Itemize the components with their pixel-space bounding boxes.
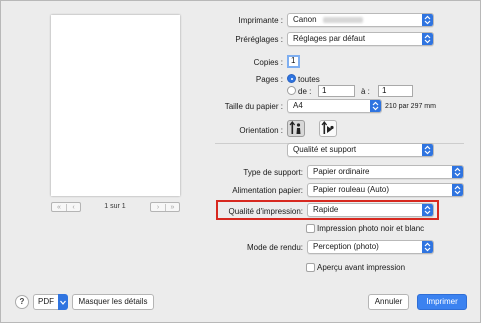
print-preview-label: Aperçu avant impression — [317, 263, 406, 272]
pages-from-field[interactable]: 1 — [318, 85, 355, 97]
rendering-value: Perception (photo) — [313, 242, 379, 251]
landscape-orientation-button[interactable] — [319, 120, 337, 137]
printer-model-redacted — [322, 16, 363, 23]
media-type-value: Papier ordinaire — [313, 167, 370, 176]
rendering-popup[interactable]: Perception (photo) — [307, 240, 434, 254]
rendering-label: Mode de rendu: — [246, 243, 303, 252]
print-quality-label: Qualité d'impression: — [228, 207, 303, 216]
paper-size-label: Taille du papier : — [224, 102, 283, 111]
section-menu-popup[interactable]: Qualité et support — [287, 143, 434, 157]
hide-details-button[interactable]: Masquer les détails — [72, 294, 154, 310]
landscape-person-icon — [321, 121, 334, 134]
presets-label: Préréglages : — [235, 35, 283, 44]
paper-size-popup-chevron-icon — [370, 100, 381, 112]
copies-label: Copies : — [253, 58, 283, 67]
cancel-button[interactable]: Annuler — [368, 294, 409, 310]
presets-popup-chevron-icon — [422, 33, 433, 45]
first-page-icon[interactable]: « — [52, 204, 66, 211]
pages-label: Pages : — [255, 75, 283, 84]
pages-all-label: toutes — [298, 75, 320, 84]
pdf-button[interactable]: PDF — [33, 294, 59, 310]
last-page-icon[interactable]: » — [165, 203, 179, 211]
preview-pager: « ‹ 1 sur 1 › » — [51, 202, 180, 213]
pages-from-label: de : — [298, 87, 312, 96]
grayscale-photo-checkbox[interactable] — [306, 224, 315, 233]
paper-size-dimensions: 210 par 297 mm — [385, 103, 436, 110]
pages-all-radio[interactable] — [287, 74, 296, 83]
print-preview-page — [51, 15, 180, 196]
media-type-label: Type de support: — [243, 168, 303, 177]
printer-popup-chevron-icon — [422, 14, 433, 26]
printer-label: Imprimante : — [238, 16, 283, 25]
pdf-menu-chevron-icon[interactable] — [58, 294, 68, 310]
paper-source-label: Alimentation papier: — [232, 186, 303, 195]
copies-field[interactable]: 1 — [287, 55, 300, 68]
rendering-chevron-icon — [422, 241, 433, 253]
section-menu-chevron-icon — [422, 144, 433, 156]
printer-popup[interactable]: Canon — [287, 13, 434, 27]
pages-range-radio[interactable] — [287, 86, 296, 95]
pager-back-group: « ‹ — [51, 202, 81, 212]
media-type-chevron-icon — [452, 166, 463, 178]
grayscale-photo-label: Impression photo noir et blanc — [317, 224, 425, 233]
printer-value: Canon — [293, 15, 317, 24]
paper-size-popup[interactable]: A4 — [287, 99, 382, 113]
help-button[interactable]: ? — [15, 295, 29, 309]
print-quality-chevron-icon — [422, 204, 433, 216]
page-counter: 1 sur 1 — [104, 203, 126, 210]
media-type-popup[interactable]: Papier ordinaire — [307, 165, 464, 179]
pages-to-label: à : — [361, 87, 370, 96]
print-preview-checkbox[interactable] — [306, 263, 315, 272]
pages-to-field[interactable]: 1 — [378, 85, 413, 97]
paper-size-value: A4 — [293, 101, 303, 110]
dialog-footer: ? PDF Masquer les détails Annuler Imprim… — [1, 284, 481, 323]
print-button[interactable]: Imprimer — [417, 294, 467, 310]
presets-value: Réglages par défaut — [293, 34, 366, 43]
orientation-label: Orientation : — [239, 126, 283, 135]
paper-source-value: Papier rouleau (Auto) — [313, 185, 390, 194]
portrait-orientation-button[interactable] — [287, 120, 305, 137]
section-menu-value: Qualité et support — [293, 145, 357, 154]
pager-forward-group: › » — [150, 202, 180, 212]
paper-source-chevron-icon — [452, 184, 463, 196]
portrait-person-icon — [289, 121, 301, 134]
next-page-icon[interactable]: › — [151, 204, 165, 211]
presets-popup[interactable]: Réglages par défaut — [287, 32, 434, 46]
print-dialog: « ‹ 1 sur 1 › » Imprimante : Canon Préré… — [0, 0, 481, 323]
previous-page-icon[interactable]: ‹ — [66, 203, 80, 211]
print-quality-value: Rapide — [313, 205, 339, 214]
paper-source-popup[interactable]: Papier rouleau (Auto) — [307, 183, 464, 197]
print-quality-popup[interactable]: Rapide — [307, 203, 434, 217]
